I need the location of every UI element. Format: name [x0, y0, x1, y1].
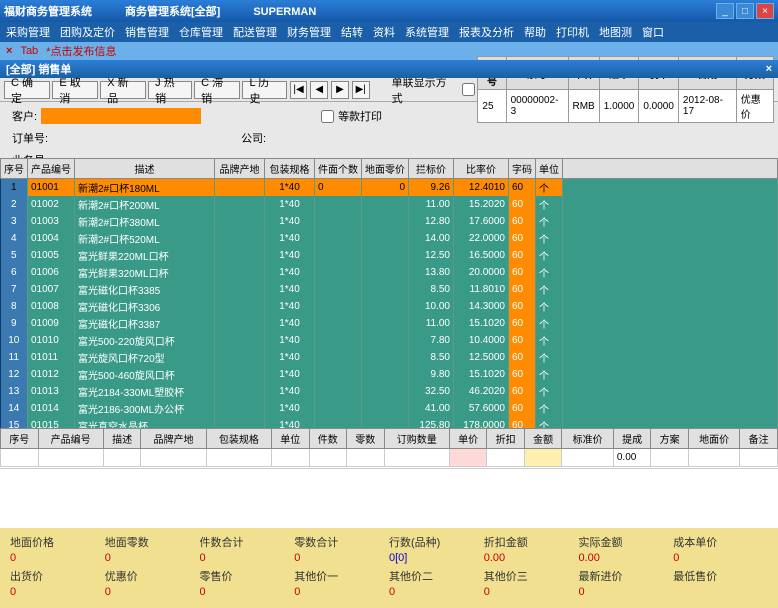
product-grid[interactable]: 序号产品编号描述品牌产地包装规格件面个数地面零价拦标价比率价字码单位101001…: [0, 158, 778, 428]
panel-title: [全部] 销售单: [6, 61, 71, 77]
new-button[interactable]: X 新品: [100, 81, 146, 99]
summary-panel: 地面价格0地面零数0件数合计0零数合计0行数(品种)0[0]折扣金额0.00实际…: [0, 528, 778, 608]
cancel-button[interactable]: E 取消: [52, 81, 98, 99]
confirm-button[interactable]: C 确定: [4, 81, 50, 99]
col-header[interactable]: 件面个数: [315, 159, 362, 179]
product-row[interactable]: 101001新潮2#口杯180ML1*40009.2612.401060个: [1, 179, 778, 197]
maximize-button[interactable]: □: [736, 3, 754, 19]
col-header[interactable]: 包装规格: [265, 159, 315, 179]
menu-item-8[interactable]: 系统管理: [405, 24, 449, 40]
col-header[interactable]: 拦标价: [409, 159, 454, 179]
user-name: SUPERMAN: [253, 6, 316, 18]
product-row[interactable]: 201002新潮2#口杯200ML1*4011.0015.202060个: [1, 196, 778, 213]
nav-last-button[interactable]: ▶|: [352, 81, 370, 99]
company-label: 公司:: [241, 130, 266, 146]
menu-item-5[interactable]: 财务管理: [287, 24, 331, 40]
col-header[interactable]: 序号: [1, 159, 28, 179]
menu-item-6[interactable]: 结转: [341, 24, 363, 40]
col-header[interactable]: 品牌产地: [215, 159, 265, 179]
history-button[interactable]: L 历史: [242, 81, 286, 99]
col-header[interactable]: 单位: [536, 159, 563, 179]
nav-first-button[interactable]: |◀: [290, 81, 308, 99]
minimize-button[interactable]: _: [716, 3, 734, 19]
product-row[interactable]: 1501015富光真空水晶杯1*40125.80178.000060个: [1, 417, 778, 428]
slow-button[interactable]: C 滞销: [194, 81, 240, 99]
tab-main[interactable]: Tab: [20, 45, 38, 57]
order-line-grid[interactable]: 序号产品编号描述品牌产地包装规格单位件数零数订购数量单价折扣金额标准价提成方案地…: [0, 428, 778, 468]
nav-next-button[interactable]: ▶: [331, 81, 349, 99]
product-row[interactable]: 901009富光磁化口杯33871*4011.0015.102060个: [1, 315, 778, 332]
print-label: 等款打印: [338, 108, 382, 124]
customer-field[interactable]: [41, 108, 201, 124]
menu-item-13[interactable]: 窗口: [642, 24, 664, 40]
mode-checkbox[interactable]: [462, 83, 475, 96]
col-header[interactable]: 字码: [509, 159, 536, 179]
order-label: 订单号:: [12, 130, 48, 146]
tab-close-icon[interactable]: ×: [6, 45, 12, 57]
menu-item-11[interactable]: 打印机: [556, 24, 589, 40]
empty-area: [0, 468, 778, 528]
product-row[interactable]: 1401014富光2186-300ML办公杯1*4041.0057.600060…: [1, 400, 778, 417]
product-row[interactable]: 801008富光磁化口杯33061*4010.0014.300060个: [1, 298, 778, 315]
col-header[interactable]: 地面零价: [362, 159, 409, 179]
menu-item-1[interactable]: 团购及定价: [60, 24, 115, 40]
product-row[interactable]: 1201012富光500-460旋风口杯1*409.8015.102060个: [1, 366, 778, 383]
col-header[interactable]: 描述: [75, 159, 215, 179]
menu-item-3[interactable]: 仓库管理: [179, 24, 223, 40]
doc-title: 商务管理系统[全部]: [125, 6, 220, 18]
product-row[interactable]: 301003新潮2#口杯380ML1*4012.8017.600060个: [1, 213, 778, 230]
menu-item-12[interactable]: 地图测: [599, 24, 632, 40]
app-title: 福财商务管理系统: [4, 6, 92, 18]
customer-label: 客户:: [12, 108, 37, 124]
hot-button[interactable]: J 热销: [148, 81, 192, 99]
print-checkbox[interactable]: [321, 110, 334, 123]
col-header[interactable]: 比率价: [454, 159, 509, 179]
product-row[interactable]: 601006富光鲜果320ML口杯1*4013.8020.000060个: [1, 264, 778, 281]
menu-item-9[interactable]: 报表及分析: [459, 24, 514, 40]
product-row[interactable]: 1101011富光旋风口杯720型1*408.5012.500060个: [1, 349, 778, 366]
product-row[interactable]: 701007富光磁化口杯33851*408.5011.801060个: [1, 281, 778, 298]
col-header[interactable]: 产品编号: [28, 159, 75, 179]
panel-close-icon[interactable]: ×: [766, 63, 772, 75]
product-row[interactable]: 501005富光鲜果220ML口杯1*4012.5016.500060个: [1, 247, 778, 264]
menu-item-0[interactable]: 采购管理: [6, 24, 50, 40]
menu-item-7[interactable]: 资料: [373, 24, 395, 40]
menu-item-4[interactable]: 配送管理: [233, 24, 277, 40]
menu-item-2[interactable]: 销售管理: [125, 24, 169, 40]
product-row[interactable]: 1301013富光2184-330ML塑胶杯1*4032.5046.202060…: [1, 383, 778, 400]
tab-publish[interactable]: *点击发布信息: [46, 43, 116, 59]
menu-item-10[interactable]: 帮助: [524, 24, 546, 40]
nav-prev-button[interactable]: ◀: [310, 81, 328, 99]
product-row[interactable]: 1001010富光500-220旋风口杯1*407.8010.400060个: [1, 332, 778, 349]
product-row[interactable]: 401004新潮2#口杯520ML1*4014.0022.000060个: [1, 230, 778, 247]
mode-label: 单联显示方式: [392, 74, 457, 106]
close-button[interactable]: ×: [756, 3, 774, 19]
